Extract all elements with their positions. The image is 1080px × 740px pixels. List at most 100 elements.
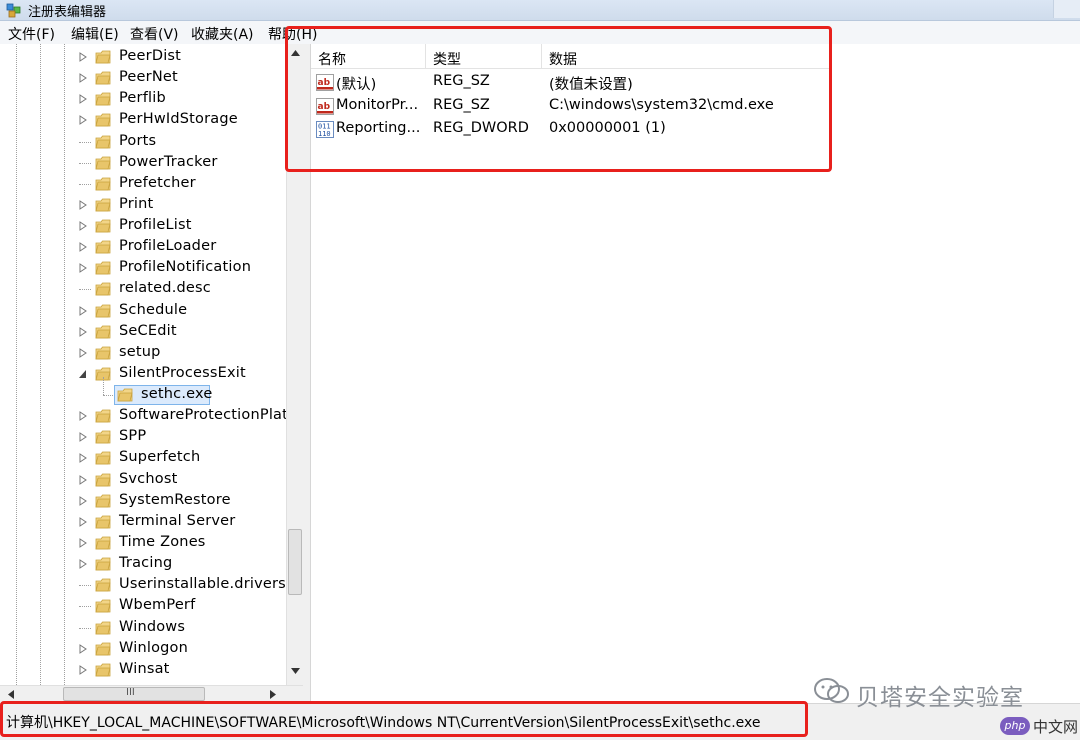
tree-item[interactable]: Superfetch xyxy=(0,448,286,469)
tree-item[interactable]: Prefetcher xyxy=(0,174,286,195)
tree-item[interactable]: WbemPerf xyxy=(0,596,286,617)
tree-item[interactable]: SystemRestore xyxy=(0,491,286,512)
watermark-text: 贝塔安全实验室 xyxy=(856,685,1024,711)
tree-item[interactable]: PeerDist xyxy=(0,47,286,68)
expand-arrow-icon[interactable] xyxy=(79,559,87,570)
highlight-box-values xyxy=(285,26,832,172)
tree-item-label: ProfileList xyxy=(119,217,192,234)
tree-item[interactable]: Userinstallable.drivers xyxy=(0,575,286,596)
menu-edit[interactable]: 编辑(E) xyxy=(71,24,119,44)
tree-item[interactable]: SeCEdit xyxy=(0,322,286,343)
expand-arrow-icon[interactable] xyxy=(79,474,87,485)
expand-arrow-icon[interactable] xyxy=(79,199,87,210)
expand-arrow-icon[interactable] xyxy=(79,411,87,422)
expand-arrow-icon[interactable] xyxy=(79,115,87,126)
tree-hscroll-thumb[interactable]: III xyxy=(63,687,205,701)
tree-item[interactable]: Tracing xyxy=(0,554,286,575)
folder-icon xyxy=(95,156,111,170)
tree-item[interactable]: Winsat xyxy=(0,660,286,681)
collapse-arrow-icon[interactable] xyxy=(79,369,87,379)
folder-icon xyxy=(95,621,111,634)
scroll-down-arrow-icon[interactable] xyxy=(291,668,300,674)
tree-item[interactable]: SoftwareProtectionPlatf xyxy=(0,406,286,427)
folder-icon xyxy=(95,71,111,85)
tree-item[interactable]: Schedule xyxy=(0,301,286,322)
scroll-right-arrow-icon[interactable] xyxy=(270,690,276,699)
tree-item[interactable]: Time Zones xyxy=(0,533,286,554)
expand-arrow-icon[interactable] xyxy=(79,538,87,548)
tree-item[interactable]: SilentProcessExit xyxy=(0,364,286,385)
tree-item[interactable]: sethc.exe xyxy=(0,377,286,406)
tree-item[interactable]: ProfileLoader xyxy=(0,237,286,258)
tree-item-label: Superfetch xyxy=(119,449,201,466)
expand-arrow-icon[interactable] xyxy=(79,432,87,443)
php-logo: php xyxy=(1000,717,1030,735)
tree-item-label: Prefetcher xyxy=(119,174,196,191)
scroll-left-arrow-icon[interactable] xyxy=(8,690,14,699)
tree-item[interactable]: ProfileList xyxy=(0,216,286,237)
folder-icon xyxy=(95,304,111,317)
tree-item[interactable]: setup xyxy=(0,343,286,364)
tree-item[interactable]: Winlogon xyxy=(0,639,286,660)
expand-arrow-icon[interactable] xyxy=(79,326,87,337)
tree-item[interactable]: Ports xyxy=(0,132,286,153)
expand-arrow-icon[interactable] xyxy=(79,263,87,274)
tree-item-label: Perflib xyxy=(119,90,166,107)
tree-item[interactable]: Print xyxy=(0,195,286,216)
expand-arrow-icon[interactable] xyxy=(79,495,87,506)
tree-item-label: Terminal Server xyxy=(119,512,236,529)
window-title: 注册表编辑器 xyxy=(28,5,107,20)
tree-item-label: Time Zones xyxy=(119,533,206,550)
folder-icon xyxy=(95,135,111,148)
folder-icon xyxy=(95,261,111,275)
minimize-button[interactable] xyxy=(1053,0,1080,18)
expand-arrow-icon[interactable] xyxy=(79,453,87,464)
folder-icon xyxy=(95,599,111,613)
scroll-grip: III xyxy=(126,687,135,698)
tree-item[interactable]: Perflib xyxy=(0,89,286,110)
tree-item-label: Ports xyxy=(119,132,157,149)
expand-arrow-icon[interactable] xyxy=(79,305,87,316)
expand-arrow-icon[interactable] xyxy=(79,73,87,84)
folder-icon xyxy=(95,515,111,529)
tree-item[interactable]: PowerTracker xyxy=(0,153,286,174)
tree-item-label: ProfileNotification xyxy=(119,259,252,276)
tree-item[interactable]: SPP xyxy=(0,427,286,448)
tree-item[interactable]: PeerNet xyxy=(0,68,286,89)
expand-arrow-icon[interactable] xyxy=(79,347,87,358)
tree-item-label: PowerTracker xyxy=(119,153,218,170)
menu-file[interactable]: 文件(F) xyxy=(8,24,55,44)
expand-arrow-icon[interactable] xyxy=(79,221,87,231)
tree-item[interactable]: Windows xyxy=(0,618,286,639)
expand-arrow-icon[interactable] xyxy=(79,94,87,105)
folder-icon xyxy=(95,557,111,571)
menu-favorites[interactable]: 收藏夹(A) xyxy=(191,24,254,44)
tree-item-label: Schedule xyxy=(119,301,188,318)
tree-vscroll-thumb[interactable] xyxy=(288,529,302,595)
expand-arrow-icon[interactable] xyxy=(79,664,87,675)
expand-arrow-icon[interactable] xyxy=(79,516,87,527)
folder-icon xyxy=(95,494,111,508)
expand-arrow-icon[interactable] xyxy=(79,643,87,654)
tree-item[interactable]: PerHwIdStorage xyxy=(0,110,286,131)
folder-icon xyxy=(95,663,111,677)
folder-icon xyxy=(95,92,111,106)
tree-item[interactable]: related.desc xyxy=(0,279,286,300)
folder-icon xyxy=(95,578,111,592)
tree-item-label: PeerNet xyxy=(119,69,178,86)
tree-item[interactable]: Terminal Server xyxy=(0,512,286,533)
tree-item[interactable]: Svchost xyxy=(0,470,286,491)
tree-item-label: ProfileLoader xyxy=(119,238,217,255)
tree-item[interactable]: ProfileNotification xyxy=(0,258,286,279)
folder-icon xyxy=(95,642,111,656)
tree-item-label: SystemRestore xyxy=(119,491,231,508)
tree-item-label: Userinstallable.drivers xyxy=(119,576,286,593)
tree-item-label: sethc.exe xyxy=(141,386,213,403)
menu-view[interactable]: 查看(V) xyxy=(130,24,179,44)
registry-key-tree[interactable]: PeerDist PeerNet Perflib PerHwIdStorage Port… xyxy=(0,44,286,685)
wechat-logo-icon xyxy=(814,678,849,703)
tree-item-label: PerHwIdStorage xyxy=(119,111,238,128)
expand-arrow-icon[interactable] xyxy=(79,242,87,253)
expand-arrow-icon[interactable] xyxy=(79,52,87,62)
tree-item-label: Windows xyxy=(119,618,186,635)
